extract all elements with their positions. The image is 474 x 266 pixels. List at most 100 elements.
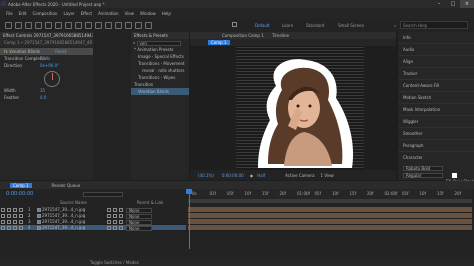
solo-icon[interactable] bbox=[13, 208, 17, 212]
snapping-checkbox[interactable] bbox=[232, 22, 237, 27]
parent-dropdown[interactable]: None bbox=[126, 225, 152, 231]
solo-icon[interactable] bbox=[13, 214, 17, 218]
panel-info[interactable]: Info bbox=[398, 32, 474, 44]
panel-motion-sketch[interactable]: Motion Sketch bbox=[398, 92, 474, 104]
composition-canvas[interactable] bbox=[236, 46, 364, 170]
playhead[interactable] bbox=[189, 189, 190, 249]
switch-icon[interactable] bbox=[107, 214, 111, 218]
brush-tool-icon[interactable] bbox=[105, 22, 112, 29]
lock-icon[interactable] bbox=[19, 220, 23, 224]
timeline-search-input[interactable] bbox=[83, 191, 124, 197]
menu-effect[interactable]: Effect bbox=[81, 11, 93, 16]
panel-character[interactable]: Character bbox=[398, 152, 474, 164]
visibility-eye-icon[interactable] bbox=[1, 220, 5, 224]
hand-tool-icon[interactable] bbox=[25, 22, 32, 29]
visibility-eye-icon[interactable] bbox=[1, 208, 5, 212]
switch-icon[interactable] bbox=[107, 226, 111, 230]
menu-edit[interactable]: Edit bbox=[19, 11, 27, 16]
switch-icon[interactable] bbox=[107, 208, 111, 212]
feather-value[interactable]: 0.0 bbox=[40, 95, 46, 100]
close-icon[interactable]: × bbox=[460, 0, 474, 8]
pen-tool-icon[interactable] bbox=[85, 22, 92, 29]
work-area-bar[interactable] bbox=[188, 199, 472, 203]
transition-completion-value[interactable]: 35 % bbox=[40, 56, 50, 61]
visibility-eye-icon[interactable] bbox=[1, 214, 5, 218]
lock-icon[interactable] bbox=[19, 214, 23, 218]
zoom-tool-icon[interactable] bbox=[35, 22, 42, 29]
effects-tree-item[interactable]: Venetian Blinds bbox=[131, 88, 189, 95]
camera-tool-icon[interactable] bbox=[55, 22, 62, 29]
solo-icon[interactable] bbox=[13, 226, 17, 230]
eraser-tool-icon[interactable] bbox=[125, 22, 132, 29]
pickwhip-icon[interactable] bbox=[119, 226, 123, 230]
visibility-eye-icon[interactable] bbox=[1, 226, 5, 230]
pickwhip-icon[interactable] bbox=[119, 220, 123, 224]
menu-layer[interactable]: Layer bbox=[63, 11, 74, 16]
effects-tree-item[interactable]: Image - Special Effects bbox=[131, 53, 189, 60]
effects-tree-item[interactable]: * Animation Presets bbox=[131, 46, 189, 53]
panel-align[interactable]: Align bbox=[398, 56, 474, 68]
menu-animation[interactable]: Animation bbox=[98, 11, 118, 16]
audio-icon[interactable] bbox=[7, 214, 11, 218]
layer-track-bar[interactable] bbox=[188, 225, 472, 231]
fx-switch-icon[interactable] bbox=[113, 214, 117, 218]
panel-wiggler[interactable]: Wiggler bbox=[398, 116, 474, 128]
direction-dial[interactable] bbox=[44, 71, 60, 87]
effects-search-input[interactable]: ven bbox=[136, 40, 181, 46]
menu-help[interactable]: Help bbox=[162, 11, 171, 16]
solo-icon[interactable] bbox=[13, 220, 17, 224]
search-help-input[interactable]: Search Help bbox=[400, 21, 468, 29]
tab-timeline-comp-1[interactable]: Comp 1 bbox=[10, 182, 32, 188]
tab-effects-presets[interactable]: Effects & Presets bbox=[131, 32, 189, 39]
workspace-standard[interactable]: Standard bbox=[306, 23, 324, 28]
parent-dropdown[interactable]: None bbox=[126, 213, 152, 219]
puppet-tool-icon[interactable] bbox=[145, 22, 152, 29]
current-time[interactable]: 0:00:00:00 bbox=[222, 173, 244, 178]
layer-name[interactable]: 2971547_39...4_n.jpg bbox=[42, 225, 106, 231]
views-dropdown[interactable]: 1 View bbox=[321, 173, 334, 178]
audio-icon[interactable] bbox=[7, 220, 11, 224]
font-style-dropdown[interactable]: Regular bbox=[403, 172, 443, 178]
pan-behind-tool-icon[interactable] bbox=[65, 22, 72, 29]
time-ruler[interactable]: 0s 01f 05f 10f 15f 20f 01:00f 05f 10f 15f 20f 02:00… bbox=[188, 189, 472, 199]
resolution-dropdown[interactable]: Half bbox=[257, 173, 265, 178]
parent-dropdown[interactable]: None bbox=[126, 219, 152, 225]
effects-tree-item[interactable]: Transitions - Movement bbox=[131, 60, 189, 67]
toggle-switches-modes[interactable]: Toggle Switches / Modes bbox=[0, 259, 474, 266]
lock-icon[interactable] bbox=[19, 208, 23, 212]
maximize-icon[interactable]: □ bbox=[446, 0, 460, 8]
clone-stamp-tool-icon[interactable] bbox=[115, 22, 122, 29]
camera-icon[interactable]: ◉ bbox=[250, 173, 254, 178]
audio-icon[interactable] bbox=[7, 208, 11, 212]
lock-icon[interactable] bbox=[19, 226, 23, 230]
menu-composition[interactable]: Composition bbox=[32, 11, 57, 16]
menu-view[interactable]: View bbox=[125, 11, 135, 16]
menu-file[interactable]: File bbox=[6, 11, 13, 16]
magnification-dropdown[interactable]: (40.2%) bbox=[198, 173, 214, 178]
width-value[interactable]: 35 bbox=[40, 88, 45, 93]
tab-render-queue[interactable]: Render Queue bbox=[52, 183, 81, 188]
workspace-default[interactable]: Default bbox=[255, 23, 270, 28]
tab-comp-1[interactable]: Comp 1 bbox=[208, 40, 230, 45]
minimize-icon[interactable]: – bbox=[432, 0, 446, 8]
tab-composition[interactable]: Composition Comp 1 bbox=[222, 33, 264, 38]
home-icon[interactable] bbox=[5, 22, 12, 29]
workspace-small-screen[interactable]: Small Screen bbox=[338, 23, 364, 28]
roto-brush-tool-icon[interactable] bbox=[135, 22, 142, 29]
effects-tree-item[interactable]: Transition bbox=[131, 81, 189, 88]
layer-row[interactable]: 4 2971547_39...4_n.jpg None bbox=[0, 225, 186, 231]
workspace-learn[interactable]: Learn bbox=[282, 23, 293, 28]
view-dropdown[interactable]: Active Camera bbox=[285, 173, 314, 178]
panel-audio[interactable]: Audio bbox=[398, 44, 474, 56]
panel-smoother[interactable]: Smoother bbox=[398, 128, 474, 140]
fill-color-swatch[interactable] bbox=[452, 172, 458, 178]
type-tool-icon[interactable] bbox=[95, 22, 102, 29]
selection-tool-icon[interactable] bbox=[15, 22, 22, 29]
font-family-dropdown[interactable]: Roboto Bold bbox=[403, 165, 443, 171]
fx-switch-icon[interactable] bbox=[113, 208, 117, 212]
fx-switch-icon[interactable] bbox=[113, 220, 117, 224]
audio-icon[interactable] bbox=[7, 226, 11, 230]
panel-mask-interpolation[interactable]: Mask Interpolation bbox=[398, 104, 474, 116]
effects-tree-item[interactable]: reveal - rolls shutters bbox=[131, 67, 189, 74]
panel-content-aware-fill[interactable]: Content-Aware Fill bbox=[398, 80, 474, 92]
